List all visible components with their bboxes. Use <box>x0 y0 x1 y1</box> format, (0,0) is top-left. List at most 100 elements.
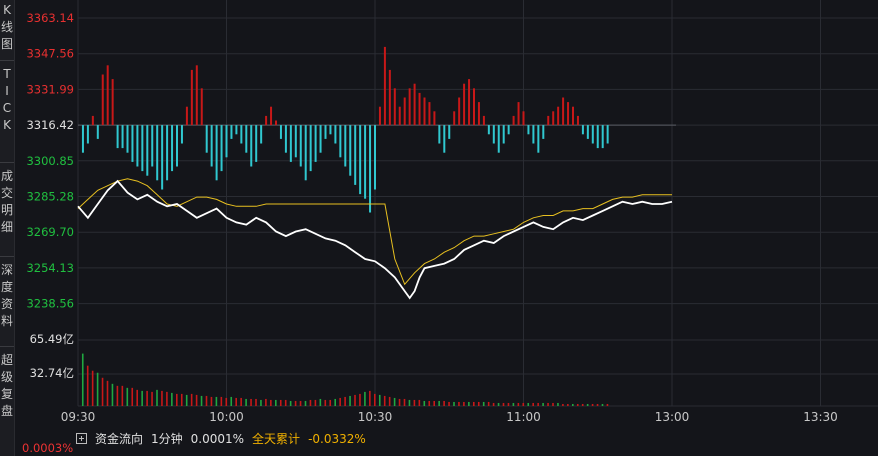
fund-flow-bar <box>294 125 297 158</box>
fund-flow-bar <box>235 125 238 135</box>
cumulative-label: 全天累计 <box>252 432 301 446</box>
fund-flow-bar <box>146 125 149 176</box>
period-selector[interactable]: 1分钟 <box>151 432 183 446</box>
volume-bar <box>393 397 396 406</box>
volume-bar <box>403 398 406 406</box>
fund-flow-bar <box>522 111 525 126</box>
volume-bar <box>161 390 163 406</box>
volume-bar <box>319 398 322 406</box>
fund-flow-bar <box>349 125 352 176</box>
fund-flow-bar <box>552 111 555 126</box>
volume-bar <box>477 401 480 406</box>
volume-bar <box>111 383 114 406</box>
volume-bar <box>309 399 312 406</box>
fund-flow-bar <box>289 125 292 162</box>
volume-bar <box>136 389 138 406</box>
volume-bar <box>185 394 188 406</box>
volume-tick-label: 65.49亿 <box>30 332 74 346</box>
volume-bar <box>423 400 426 406</box>
fund-flow-bar <box>557 106 560 126</box>
volume-bar <box>190 393 193 406</box>
fund-flow-bar <box>245 125 248 153</box>
price-axis-labels: 3363.14 3347.56 3331.99 3316.42 3300.85 3285.… <box>26 11 74 311</box>
price-tick-label: 3331.99 <box>26 82 74 96</box>
volume-bar <box>176 393 178 406</box>
volume-bar <box>591 403 594 406</box>
intraday-chart[interactable]: 3363.14 3347.56 3331.99 3316.42 3300.85 3285.… <box>0 0 878 456</box>
fund-flow-bar <box>586 125 589 139</box>
time-axis-labels: 09:30 10:00 10:30 11:00 13:00 13:30 <box>61 410 838 424</box>
fund-flow-bar <box>502 125 505 144</box>
volume-bar <box>532 402 534 406</box>
volume-bar <box>141 390 143 406</box>
fund-flow-bar <box>136 125 139 167</box>
volume-bar <box>294 400 297 406</box>
volume-bar <box>146 390 148 406</box>
fund-flow-bar <box>314 125 317 162</box>
volume-bar <box>230 396 233 406</box>
volume-bar <box>572 403 574 406</box>
fund-flow-bar <box>106 65 109 126</box>
volume-bar <box>374 393 376 406</box>
volume-bar <box>473 401 475 406</box>
fund-flow-bar <box>438 125 441 144</box>
fund-flow-bar <box>180 125 183 144</box>
volume-bar <box>512 402 515 406</box>
volume-bar <box>255 398 257 406</box>
fund-flow-bar <box>101 74 104 126</box>
fund-flow-bar <box>418 92 421 126</box>
fund-flow-bar <box>185 106 188 126</box>
fund-flow-bar <box>210 125 213 167</box>
fund-flow-bar <box>532 125 535 144</box>
fund-flow-bar <box>428 102 431 126</box>
fund-flow-bar <box>567 102 570 126</box>
volume-bar <box>552 402 554 406</box>
volume-bar <box>408 399 411 406</box>
time-tick-label: 13:00 <box>655 410 690 424</box>
volume-bar <box>364 391 366 406</box>
volume-bar <box>487 401 490 406</box>
time-tick-label: 10:30 <box>358 410 393 424</box>
volume-bar <box>463 401 465 406</box>
fund-flow-bar: 资金流向 1分钟 0.0001% 全天累计 -0.0332% <box>76 430 856 448</box>
fund-flow-bar <box>398 106 401 126</box>
volume-bar <box>443 400 445 406</box>
fund-flow-bar <box>572 106 574 126</box>
expand-plus-icon[interactable] <box>76 433 87 444</box>
volume-bar <box>567 403 569 406</box>
fund-flow-bar <box>601 125 604 149</box>
fund-flow-bar <box>374 125 376 190</box>
fund-flow-bar <box>329 125 332 135</box>
volume-bar <box>339 397 341 406</box>
fund-flow-bar <box>166 125 169 181</box>
fund-flow-bar <box>91 115 94 126</box>
volume-bar <box>522 402 525 406</box>
volume-bar <box>220 396 223 406</box>
time-tick-label: 11:00 <box>506 410 541 424</box>
volume-bar <box>270 399 272 406</box>
fund-flow-bar <box>542 125 545 139</box>
volume-bar <box>121 385 124 406</box>
volume-bar <box>240 397 242 406</box>
fund-flow-bar <box>448 125 451 139</box>
fund-flow-bar <box>176 125 178 167</box>
fund-flow-bar <box>413 83 416 126</box>
volume-bar <box>398 398 401 406</box>
volume-bar <box>448 401 450 406</box>
volume-bar <box>215 396 218 406</box>
volume-bar <box>106 380 109 406</box>
fund-flow-bar <box>111 79 114 126</box>
volume-bar <box>91 370 94 406</box>
volume-bar <box>388 396 391 406</box>
period-value: 0.0001% <box>190 432 245 446</box>
fund-flow-bar <box>126 125 129 153</box>
volume-bar <box>354 394 356 406</box>
fund-flow-bar <box>463 83 466 126</box>
volume-bar <box>299 400 302 406</box>
volume-bar <box>453 401 455 406</box>
volume-bar <box>284 399 287 406</box>
fund-flow-bar <box>260 125 263 144</box>
fund-flow-bar <box>423 97 426 126</box>
fund-flow-bar <box>359 125 362 195</box>
volume-bar <box>195 394 198 406</box>
